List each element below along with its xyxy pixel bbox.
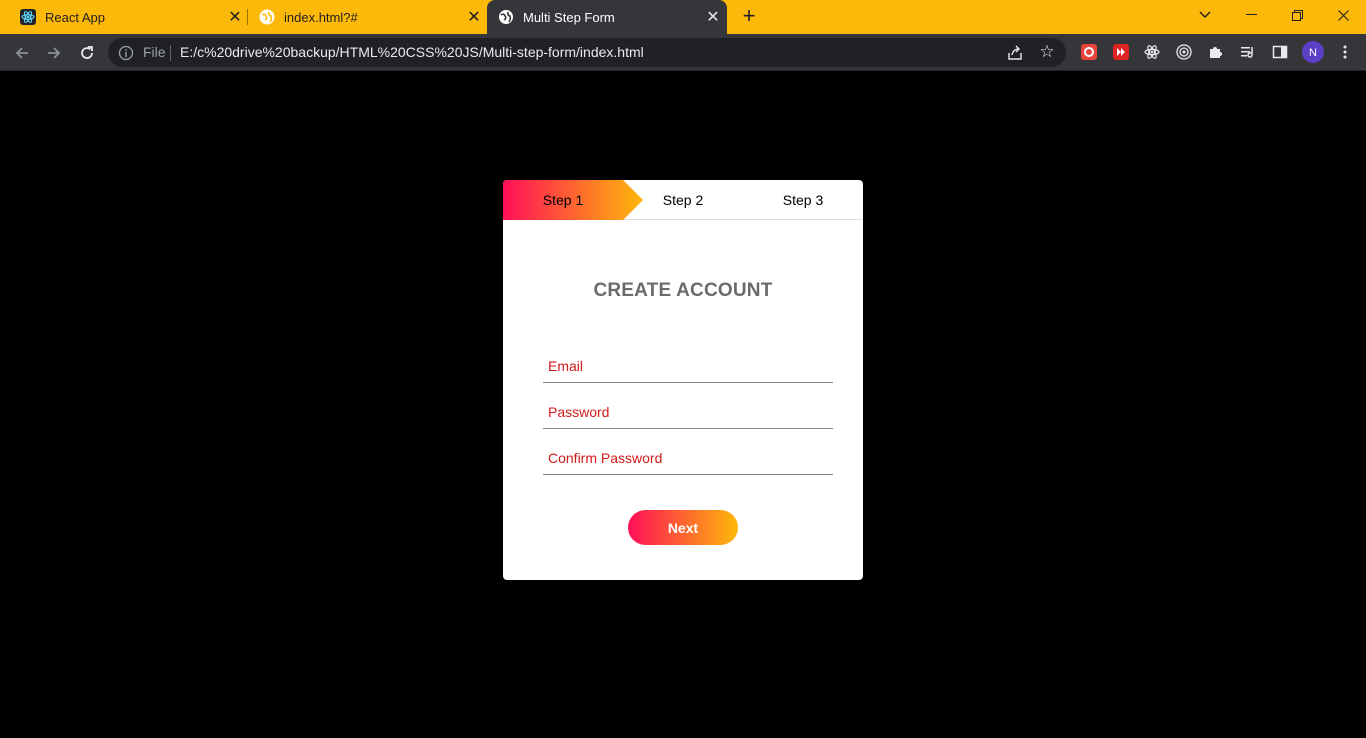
media-control-icon[interactable] xyxy=(1239,43,1257,61)
email-field xyxy=(543,345,833,383)
back-button[interactable] xyxy=(10,41,34,65)
tab-index-html[interactable]: index.html?# ✕ xyxy=(259,0,483,34)
browser-toolbar: File E:/c%20drive%20backup/HTML%20CSS%20… xyxy=(0,34,1366,71)
arrow-left-icon xyxy=(15,47,28,59)
tab-title: index.html?# xyxy=(284,9,358,25)
puzzle-icon[interactable] xyxy=(1207,43,1225,61)
extension-target-icon[interactable] xyxy=(1175,43,1193,61)
chevron-down-icon xyxy=(1199,11,1211,18)
next-button[interactable]: Next xyxy=(628,510,738,545)
form-title: CREATE ACCOUNT xyxy=(593,280,773,301)
profile-initial: N xyxy=(1309,47,1317,59)
address-bar[interactable]: File E:/c%20drive%20backup/HTML%20CSS%20… xyxy=(108,38,1066,67)
password-field xyxy=(543,391,833,429)
restore-button[interactable] xyxy=(1274,0,1320,30)
close-icon xyxy=(1337,9,1349,21)
multi-step-form-card: Step 1 Step 2 Step 3 CREATE ACCOUNT Next xyxy=(503,180,863,580)
close-icon[interactable]: ✕ xyxy=(465,8,483,26)
globe-icon xyxy=(498,9,514,25)
extension-video-icon[interactable] xyxy=(1112,43,1130,61)
extension-record-icon[interactable] xyxy=(1080,43,1098,61)
globe-icon xyxy=(259,9,275,25)
tab-strip: React App ✕ index.html?# ✕ Multi Step Fo… xyxy=(0,0,1366,34)
side-panel-icon[interactable] xyxy=(1271,43,1289,61)
confirm-password-field xyxy=(543,437,833,475)
close-icon[interactable]: ✕ xyxy=(226,8,244,26)
menu-icon[interactable] xyxy=(1336,43,1354,61)
tab-search-button[interactable] xyxy=(1182,0,1228,30)
share-icon[interactable] xyxy=(1006,44,1024,62)
reload-icon xyxy=(81,46,93,59)
tab-title: Multi Step Form xyxy=(523,9,615,25)
tab-separator xyxy=(247,9,248,25)
divider xyxy=(170,45,171,61)
tab-title: React App xyxy=(45,9,105,25)
minimize-icon xyxy=(1245,14,1257,15)
step-1[interactable]: Step 1 xyxy=(503,180,623,220)
new-tab-button[interactable]: + xyxy=(738,5,760,28)
react-devtools-icon[interactable] xyxy=(1143,43,1161,61)
info-icon[interactable] xyxy=(118,45,134,61)
step-progress-bar: Step 1 Step 2 Step 3 xyxy=(503,180,863,220)
react-icon xyxy=(20,9,36,25)
reload-button[interactable] xyxy=(75,41,99,65)
minimize-button[interactable] xyxy=(1228,0,1274,30)
email-input[interactable] xyxy=(543,345,833,382)
close-icon[interactable]: ✕ xyxy=(704,8,722,26)
password-input[interactable] xyxy=(543,391,833,428)
arrow-right-icon xyxy=(48,47,61,59)
close-window-button[interactable] xyxy=(1320,0,1366,30)
confirm-password-input[interactable] xyxy=(543,437,833,474)
tab-multi-step-form[interactable]: Multi Step Form ✕ xyxy=(487,0,727,34)
restore-icon xyxy=(1291,9,1303,21)
tab-react-app[interactable]: React App ✕ xyxy=(20,0,244,34)
profile-avatar[interactable]: N xyxy=(1302,41,1324,63)
step-3[interactable]: Step 3 xyxy=(743,180,863,220)
url-text[interactable]: E:/c%20drive%20backup/HTML%20CSS%20JS/Mu… xyxy=(180,44,644,60)
step-2[interactable]: Step 2 xyxy=(623,180,743,220)
scheme-label: File xyxy=(143,44,166,60)
forward-button[interactable] xyxy=(42,41,66,65)
star-icon[interactable]: ☆ xyxy=(1038,43,1056,61)
